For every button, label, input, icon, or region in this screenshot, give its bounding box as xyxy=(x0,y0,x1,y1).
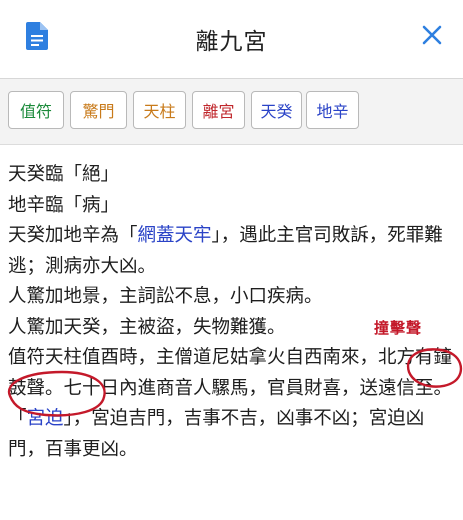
text-paragraph: 值符天柱值酉時，主僧道尼姑拿火自西南來，北方有鐘鼓聲。七十日內進商音人騾馬，官員… xyxy=(8,347,453,399)
page-title: 離九宮 xyxy=(195,29,268,55)
tab-label: 天柱 xyxy=(143,102,176,121)
text-paragraph: 「宮迫」，宮迫吉門，吉事不吉，凶事不凶；宮迫凶門，百事更凶。 xyxy=(8,404,458,465)
text-paragraph: 天癸加地辛為「網蓋天牢」，遇此主官司敗訴，死罪難逃；測病亦大凶。 xyxy=(8,221,458,282)
tab-label: 地辛 xyxy=(316,102,349,121)
text-segment: 」，宮迫吉門，吉事不吉，凶事不凶；宮迫凶門，百事更凶。 xyxy=(8,408,425,460)
tab-label: 值符 xyxy=(19,102,52,121)
pattern-link[interactable]: 宮迫 xyxy=(27,408,64,429)
text-paragraph: 人驚加地景，主詞訟不息，小口疾病。 xyxy=(8,286,323,307)
tab-label: 離宮 xyxy=(202,102,235,121)
document-icon xyxy=(26,22,48,50)
text-segment: 天癸加地辛為「 xyxy=(8,225,138,246)
close-button[interactable] xyxy=(419,22,445,48)
tab-jingmen[interactable]: 驚門 xyxy=(70,91,127,129)
tab-dixin[interactable]: 地辛 xyxy=(306,91,359,129)
text-line: 天癸臨「絕」 xyxy=(8,164,120,185)
handwritten-annotation: 撞擊聲 xyxy=(374,319,423,337)
tab-label: 天癸 xyxy=(260,102,293,121)
pattern-link[interactable]: 網蓋天牢 xyxy=(138,225,212,246)
tab-ligong[interactable]: 離宮 xyxy=(192,91,245,129)
tab-tiangui[interactable]: 天癸 xyxy=(251,91,302,129)
palace-description: 天癸臨「絕」 地辛臨「病」 天癸加地辛為「網蓋天牢」，遇此主官司敗訴，死罪難逃；… xyxy=(8,160,458,465)
close-icon xyxy=(422,25,442,45)
app-header: 離九宮 xyxy=(0,0,463,79)
text-line: 地辛臨「病」 xyxy=(8,194,120,216)
palace-tab-bar: 值符 驚門 天柱 離宮 天癸 地辛 xyxy=(0,79,463,145)
tab-zhifu[interactable]: 值符 xyxy=(8,91,64,129)
tab-tianzhu[interactable]: 天柱 xyxy=(133,91,186,129)
tab-label: 驚門 xyxy=(82,102,115,121)
text-segment: 「 xyxy=(8,408,27,429)
